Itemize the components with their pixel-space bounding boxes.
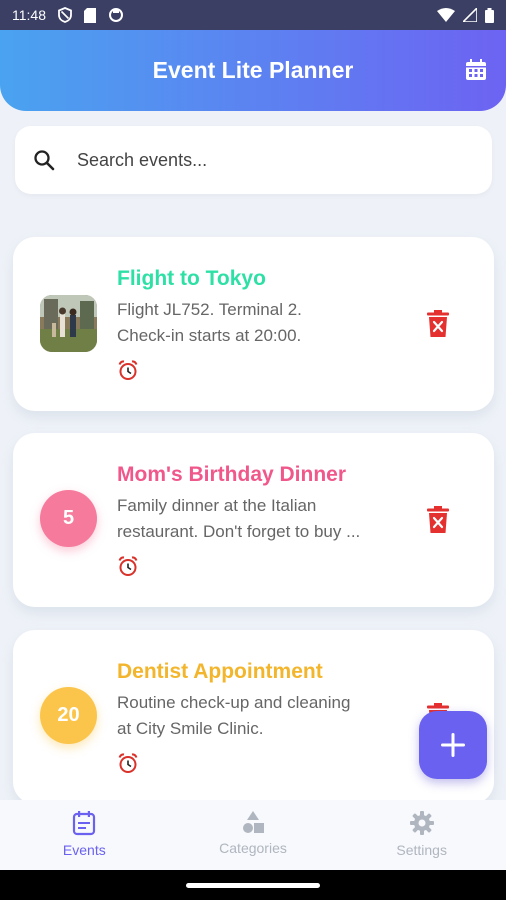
- event-photo: [40, 295, 97, 352]
- nav-label-events: Events: [62, 842, 106, 858]
- sim-card-icon: [84, 7, 96, 23]
- date-badge: 20: [40, 687, 97, 744]
- app-bar: Event Lite Planner: [0, 30, 506, 111]
- gear-icon: [409, 810, 435, 836]
- event-description-line: Flight JL752. Terminal 2.: [117, 300, 302, 319]
- category-icon: [241, 810, 265, 834]
- event-description: Family dinner at the Italian restaurant.…: [117, 493, 392, 545]
- delete-icon[interactable]: [426, 506, 450, 534]
- calendar-icon[interactable]: [464, 58, 488, 82]
- nav-item-categories[interactable]: Categories: [169, 800, 338, 870]
- nav-item-settings[interactable]: Settings: [337, 800, 506, 870]
- plus-icon: [440, 732, 466, 758]
- alarm-clock-icon: [117, 359, 139, 381]
- alarm-clock-icon: [117, 555, 139, 577]
- add-event-button[interactable]: [419, 711, 487, 779]
- search-bar: [15, 126, 492, 194]
- event-note-icon: [72, 810, 96, 836]
- event-description-line: restaurant. Don't forget to buy ...: [117, 522, 361, 541]
- event-title: Flight to Tokyo: [117, 267, 266, 290]
- event-description-line: Family dinner at the Italian: [117, 496, 317, 515]
- event-title: Dentist Appointment: [117, 660, 323, 683]
- event-card[interactable]: 5 Mom's Birthday Dinner Family dinner at…: [13, 433, 494, 607]
- nav-label-settings: Settings: [396, 842, 447, 858]
- wifi-icon: [437, 8, 455, 22]
- app-title: Event Lite Planner: [152, 57, 354, 83]
- home-handle[interactable]: [186, 883, 320, 888]
- delete-icon[interactable]: [426, 310, 450, 338]
- shield-icon: [58, 7, 72, 23]
- bottom-navigation: Events Categories Settings: [0, 800, 506, 870]
- battery-icon: [485, 7, 494, 23]
- signal-icon: [463, 8, 477, 22]
- event-card[interactable]: Flight to Tokyo Flight JL752. Terminal 2…: [13, 237, 494, 411]
- nav-item-events[interactable]: Events: [0, 800, 169, 870]
- search-input[interactable]: [77, 149, 457, 171]
- status-time: 11:48: [12, 7, 46, 23]
- event-description: Routine check-up and cleaning at City Sm…: [117, 690, 392, 742]
- event-title: Mom's Birthday Dinner: [117, 463, 347, 486]
- sync-icon: [108, 7, 124, 23]
- event-description-line: Check-in starts at 20:00.: [117, 326, 302, 345]
- event-description-line: at City Smile Clinic.: [117, 719, 264, 738]
- status-bar: 11:48: [0, 0, 506, 30]
- alarm-clock-icon: [117, 752, 139, 774]
- search-icon: [33, 149, 55, 171]
- system-gesture-bar: [0, 870, 506, 900]
- event-description: Flight JL752. Terminal 2. Check-in start…: [117, 297, 392, 349]
- date-badge: 5: [40, 490, 97, 547]
- nav-label-categories: Categories: [219, 840, 287, 856]
- event-description-line: Routine check-up and cleaning: [117, 693, 351, 712]
